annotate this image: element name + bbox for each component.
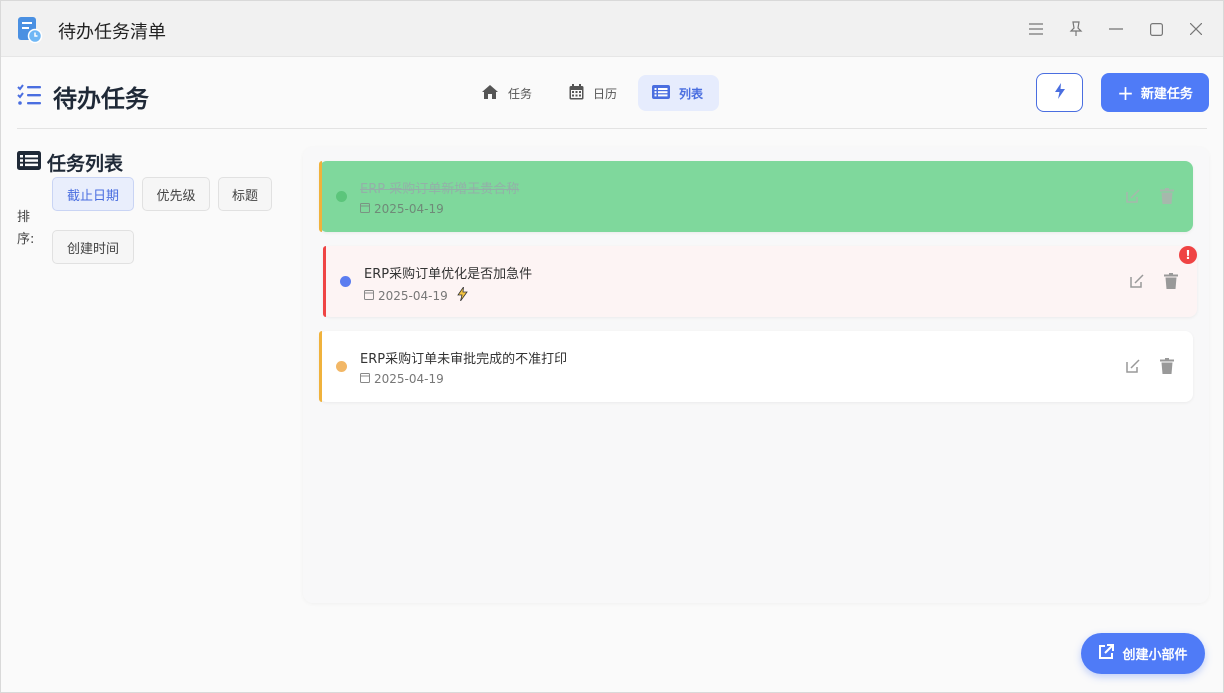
task-list-heading: 任务列表 <box>17 149 123 176</box>
create-widget-button[interactable]: 创建小部件 <box>1081 633 1205 674</box>
sort-by-title[interactable]: 标题 <box>218 177 272 211</box>
close-icon[interactable] <box>1186 19 1206 39</box>
task-meta: 2025-04-19 <box>360 372 444 386</box>
lightning-icon <box>456 286 468 304</box>
section-title: 任务列表 <box>47 153 124 175</box>
home-icon <box>481 84 499 103</box>
new-task-label: 新建任务 <box>1140 87 1193 102</box>
tab-tasks[interactable]: 任务 <box>467 75 546 111</box>
task-title: ERP 采购订单新增王贵合称 <box>360 182 520 197</box>
checklist-icon <box>17 83 41 110</box>
lightning-icon <box>1054 82 1066 103</box>
edit-icon[interactable] <box>1129 273 1145 289</box>
list-icon <box>17 151 41 174</box>
title-bar: 待办任务清单 <box>1 1 1223 57</box>
calendar-icon <box>569 83 584 103</box>
priority-bar <box>319 161 322 232</box>
page-header: 待办任务 <box>17 79 149 114</box>
edit-icon[interactable] <box>1125 188 1141 204</box>
sort-by-priority[interactable]: 优先级 <box>142 177 210 211</box>
status-dot <box>336 191 347 202</box>
tab-list[interactable]: 列表 <box>638 75 719 111</box>
plus-icon: + <box>1117 80 1134 105</box>
status-dot <box>340 276 351 287</box>
tab-label: 任务 <box>508 86 533 101</box>
calendar-icon <box>360 202 370 216</box>
task-date: 2025-04-19 <box>374 372 444 386</box>
new-task-button[interactable]: + 新建任务 <box>1101 73 1209 112</box>
list-icon <box>652 84 670 102</box>
tab-calendar[interactable]: 日历 <box>555 75 631 111</box>
calendar-icon <box>360 372 370 386</box>
task-meta: 2025-04-19 <box>364 286 468 304</box>
maximize-icon[interactable] <box>1146 19 1166 39</box>
priority-bar <box>323 246 326 317</box>
pin-icon[interactable] <box>1066 19 1086 39</box>
task-date: 2025-04-19 <box>374 202 444 216</box>
minimize-icon[interactable] <box>1106 19 1126 39</box>
calendar-icon <box>364 289 374 303</box>
task-title: ERP采购订单优化是否加急件 <box>364 267 533 282</box>
quick-action-button[interactable] <box>1036 73 1083 112</box>
create-widget-label: 创建小部件 <box>1122 648 1188 663</box>
sort-label: 排序: <box>17 210 35 247</box>
app-logo-icon <box>17 16 43 44</box>
task-title: ERP采购订单未审批完成的不准打印 <box>360 352 568 367</box>
trash-icon[interactable] <box>1164 273 1178 289</box>
tab-label: 列表 <box>679 86 704 101</box>
urgent-badge: ! <box>1179 246 1197 264</box>
app-window: 待办任务清单 待办任务 任务 日历 列表 + 新建任务 任务列表 排序: 截止日… <box>0 0 1224 693</box>
edit-icon[interactable] <box>1125 358 1141 374</box>
task-date: 2025-04-19 <box>378 288 448 303</box>
page-title: 待办任务 <box>53 85 149 113</box>
priority-bar <box>319 331 322 402</box>
external-link-icon <box>1098 643 1115 664</box>
task-item[interactable]: ERP采购订单优化是否加急件 2025-04-19 <box>323 246 1197 317</box>
task-meta: 2025-04-19 <box>360 202 444 216</box>
tab-label: 日历 <box>593 86 618 101</box>
status-dot <box>336 361 347 372</box>
sort-by-created-time[interactable]: 创建时间 <box>52 230 134 264</box>
header-divider <box>17 128 1207 129</box>
task-item[interactable]: ERP采购订单未审批完成的不准打印 2025-04-19 <box>319 331 1193 402</box>
trash-icon[interactable] <box>1160 188 1174 204</box>
menu-icon[interactable] <box>1026 19 1046 39</box>
window-title: 待办任务清单 <box>58 22 166 43</box>
task-item[interactable]: ERP 采购订单新增王贵合称 2025-04-19 <box>319 161 1193 232</box>
trash-icon[interactable] <box>1160 358 1174 374</box>
sort-by-due-date[interactable]: 截止日期 <box>52 177 134 211</box>
